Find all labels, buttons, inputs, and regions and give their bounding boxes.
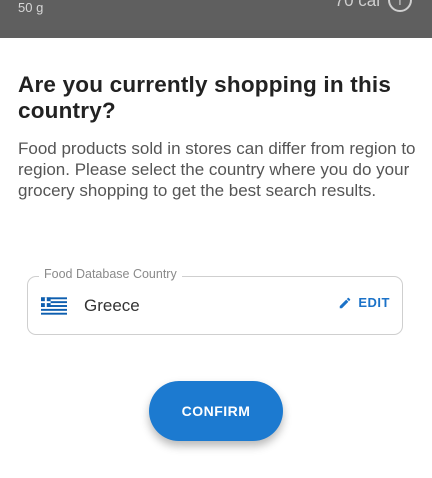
greece-flag-icon <box>41 297 67 315</box>
confirm-button[interactable]: CONFIRM <box>149 381 283 441</box>
serving-weight-text: 50 g <box>18 0 44 15</box>
calories-text: 70 cal <box>334 0 380 10</box>
pencil-icon <box>340 297 351 308</box>
edit-country-button[interactable]: EDIT <box>338 295 390 310</box>
dialog-description: Food products sold in stores can differ … <box>18 139 416 200</box>
edit-button-label: EDIT <box>358 295 390 310</box>
food-database-country-field[interactable]: Food Database Country Greece EDIT <box>27 267 403 335</box>
selected-country-value: Greece <box>84 296 140 315</box>
dimmed-background-screen: 50 g 70 cal i <box>0 0 432 38</box>
info-circle-icon: i <box>388 0 412 12</box>
country-selection-dialog: Are you currently shopping in this count… <box>0 38 432 478</box>
dialog-title: Are you currently shopping in this count… <box>18 72 392 123</box>
field-label: Food Database Country <box>39 267 182 281</box>
